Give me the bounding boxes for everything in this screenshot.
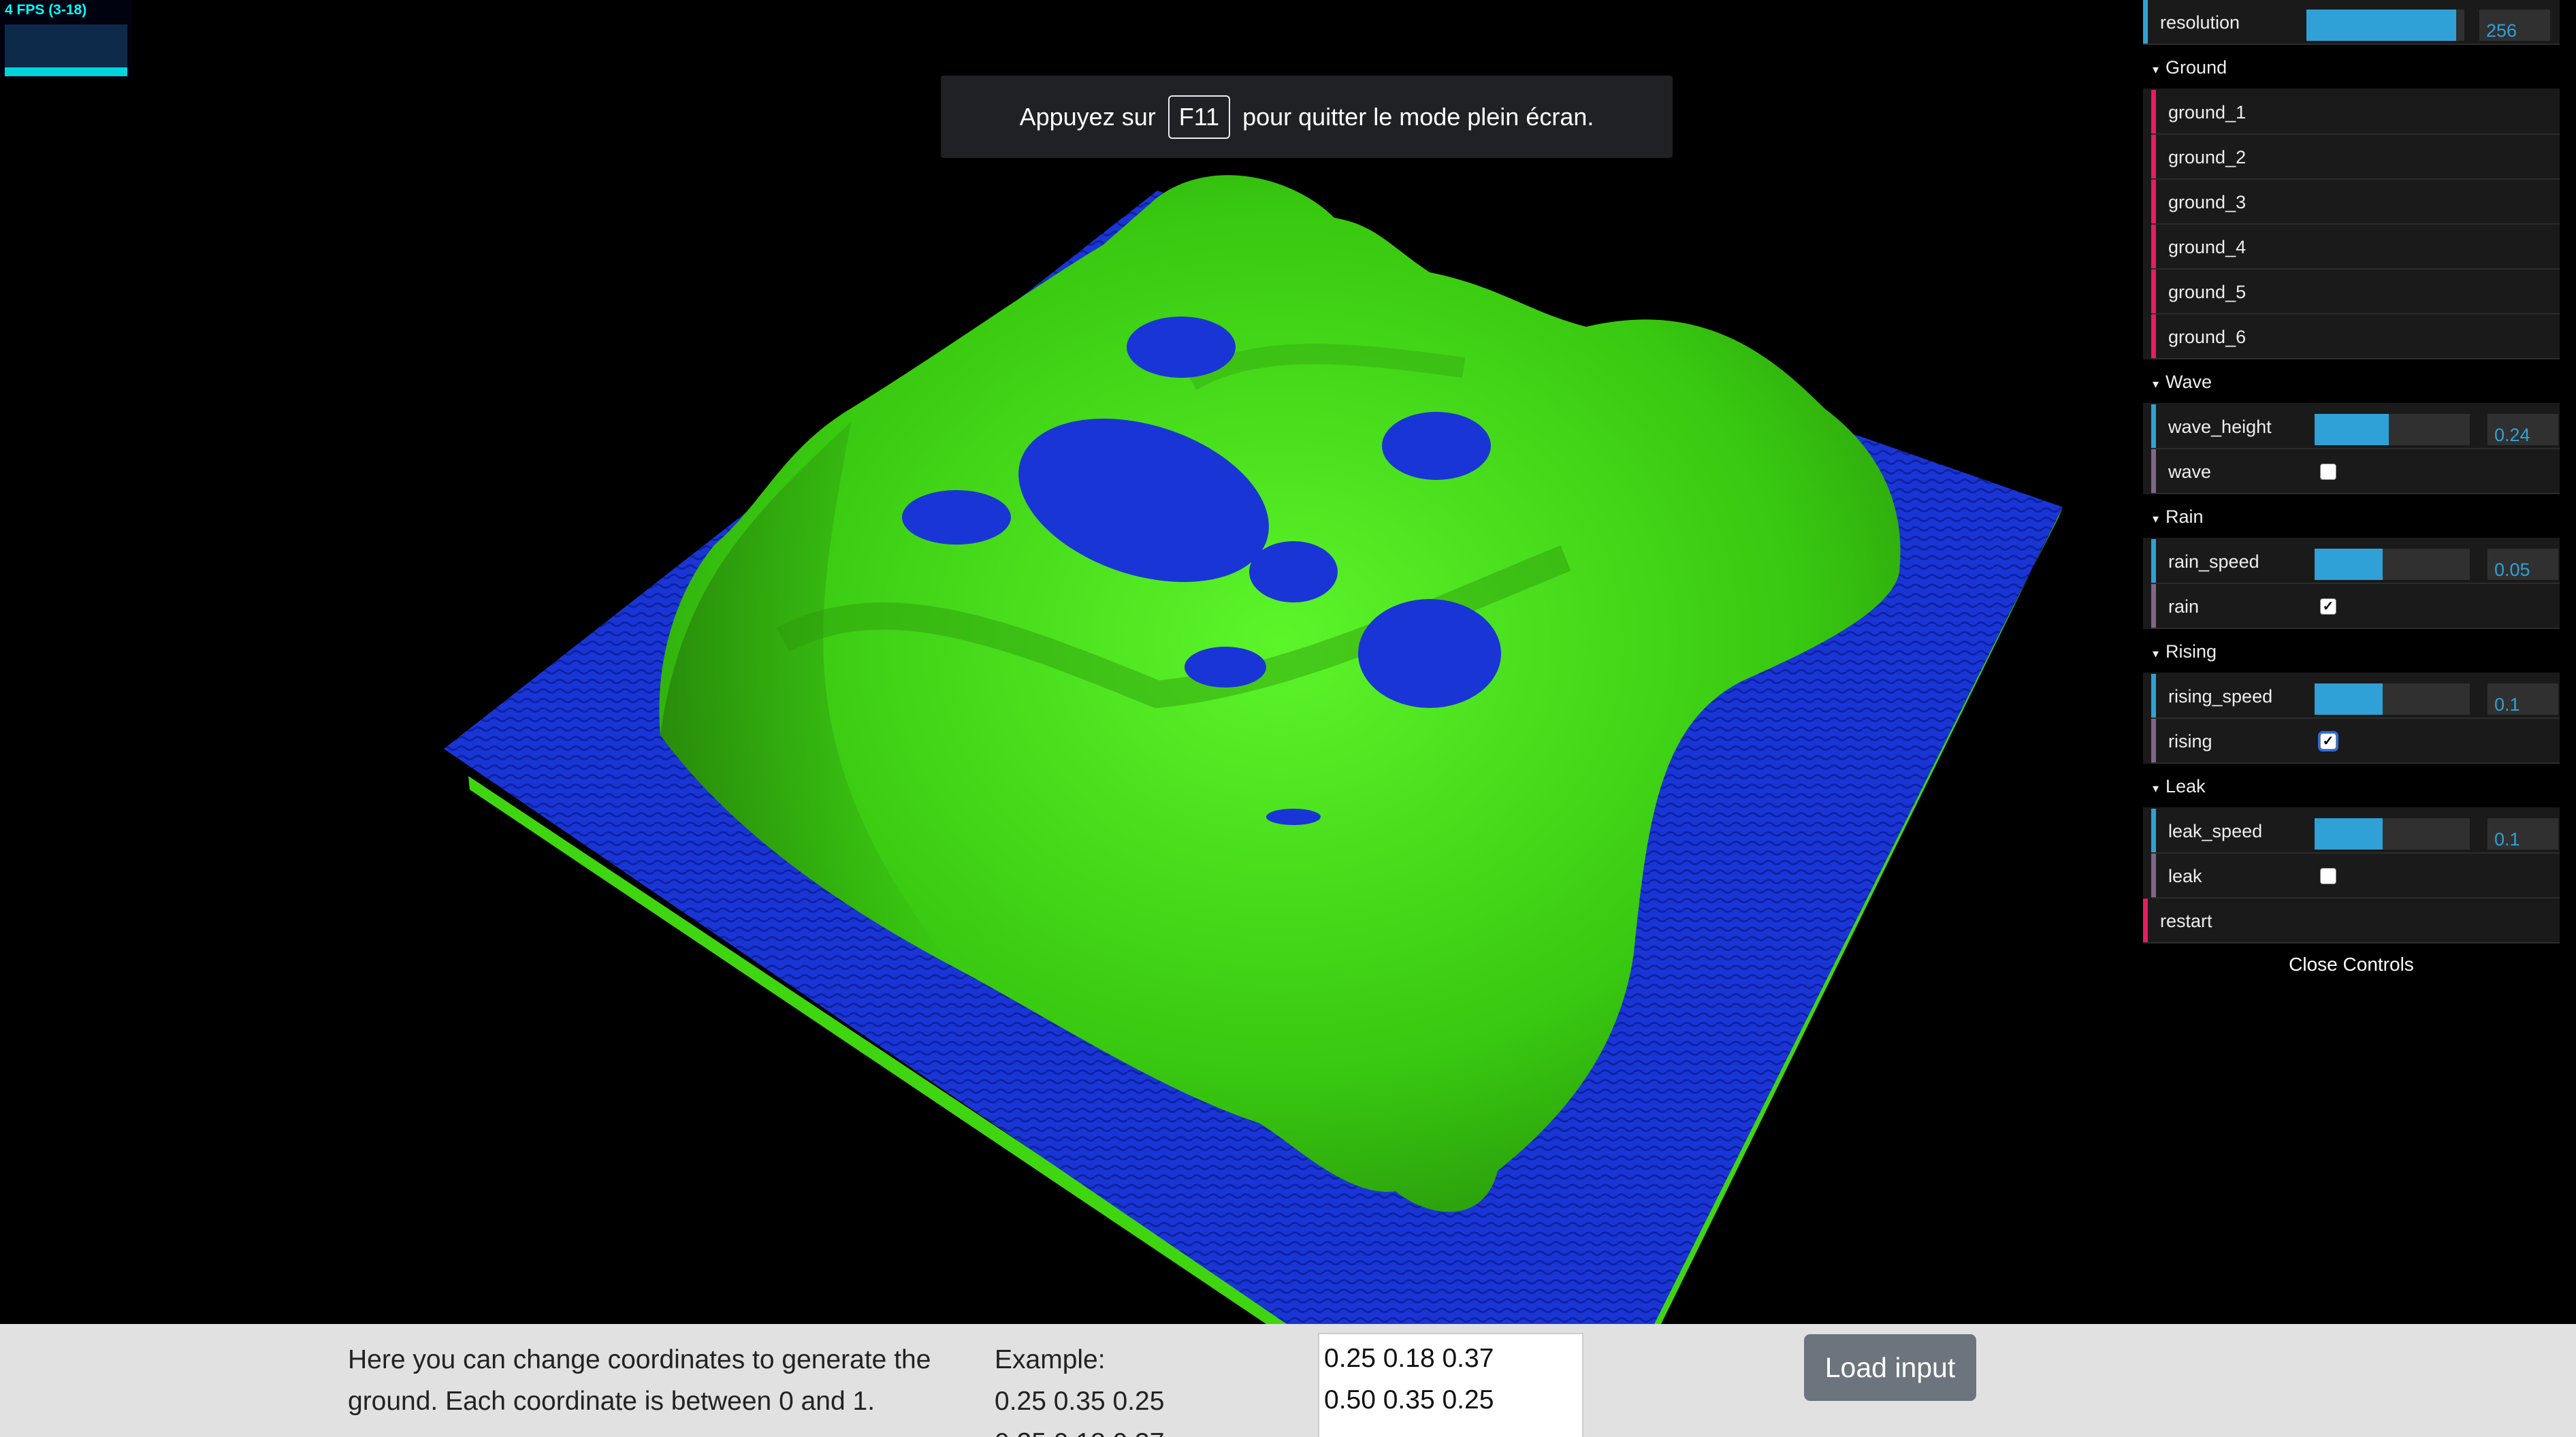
rising-checkbox[interactable]: ✓ [2318,731,2338,752]
resolution-label: resolution [2160,12,2240,33]
wave-label: wave [2168,462,2212,482]
leak-checkbox[interactable] [2320,868,2336,884]
folder-leak[interactable]: ▾ Leak [2143,764,2560,809]
rain-toggle-row[interactable]: rain ✓ [2151,584,2560,629]
rising-speed-label: rising_speed [2168,686,2273,707]
leak-speed-control[interactable]: leak_speed 0.1 [2151,809,2560,854]
ground-preset-4[interactable]: ground_4 [2151,225,2560,270]
folder-rain[interactable]: ▾ Rain [2143,494,2560,539]
rising-speed-slider[interactable] [2315,683,2470,715]
ground-preset-label: ground_3 [2168,192,2247,212]
folder-rising[interactable]: ▾ Rising [2143,629,2560,674]
coordinates-input[interactable] [1318,1333,1583,1437]
ground-preset-1[interactable]: ground_1 [2151,90,2560,135]
caret-down-icon: ▾ [2153,377,2159,391]
caret-down-icon: ▾ [2153,781,2159,795]
example-block: Example: 0.25 0.35 0.25 0.25 0.18 0.37 [995,1339,1253,1437]
restart-label: restart [2160,911,2212,931]
close-controls-button[interactable]: Close Controls [2143,943,2560,986]
caret-down-icon: ▾ [2153,63,2159,76]
caret-down-icon: ▾ [2153,512,2159,526]
leak-toggle-row[interactable]: leak [2151,854,2560,899]
caret-down-icon: ▾ [2153,647,2159,660]
example-line-1: 0.25 0.35 0.25 [995,1387,1165,1416]
ground-preset-label: ground_6 [2168,327,2247,347]
leak-speed-slider[interactable] [2315,818,2470,850]
f11-key: F11 [1168,95,1231,139]
folder-wave[interactable]: ▾ Wave [2143,359,2560,404]
ground-preset-label: ground_2 [2168,147,2247,167]
notice-text-before: Appuyez sur [1019,102,1156,131]
ground-preset-label: ground_1 [2168,102,2247,123]
rain-speed-control[interactable]: rain_speed 0.05 [2151,539,2560,584]
leak-speed-label: leak_speed [2168,821,2263,841]
fps-graph [5,25,127,76]
wave-height-value[interactable]: 0.24 [2488,414,2558,445]
ground-preset-3[interactable]: ground_3 [2151,180,2560,225]
load-input-button[interactable]: Load input [1804,1334,1976,1401]
ground-preset-2[interactable]: ground_2 [2151,135,2560,180]
wave-height-label: wave_height [2168,417,2272,437]
wave-checkbox[interactable] [2320,464,2336,480]
fps-text: 4 FPS (3-18) [5,2,87,18]
fullscreen-notice: Appuyez sur F11 pour quitter le mode ple… [941,76,1673,158]
folder-ground[interactable]: ▾ Ground [2143,45,2560,90]
ground-input-bar: Here you can change coordinates to gener… [0,1324,2576,1437]
rising-speed-control[interactable]: rising_speed 0.1 [2151,674,2560,719]
fps-stats[interactable]: 4 FPS (3-18) [0,0,132,78]
ground-preset-label: ground_5 [2168,282,2247,302]
resolution-control[interactable]: resolution 256 [2143,0,2560,45]
rain-checkbox[interactable]: ✓ [2320,598,2336,615]
rain-speed-value[interactable]: 0.05 [2488,549,2558,580]
rain-speed-label: rain_speed [2168,551,2259,572]
example-title: Example: [995,1345,1106,1374]
rising-label: rising [2168,731,2212,752]
rising-speed-value[interactable]: 0.1 [2488,683,2558,715]
resolution-slider[interactable] [2306,10,2464,41]
ground-preset-5[interactable]: ground_5 [2151,270,2560,314]
rain-label: rain [2168,596,2200,617]
ground-preset-label: ground_4 [2168,237,2247,257]
input-description: Here you can change coordinates to gener… [348,1345,931,1416]
example-line-2: 0.25 0.18 0.37 [995,1422,1253,1437]
wave-height-slider[interactable] [2315,414,2470,445]
resolution-value[interactable]: 256 [2479,10,2550,41]
notice-text-after: pour quitter le mode plein écran. [1242,102,1594,131]
ground-preset-6[interactable]: ground_6 [2151,314,2560,359]
rain-speed-slider[interactable] [2315,549,2470,580]
controls-panel: resolution 256 ▾ Ground ground_1 ground_2g… [2143,0,2560,986]
rising-toggle-row[interactable]: rising ✓ [2151,719,2560,764]
leak-speed-value[interactable]: 0.1 [2488,818,2558,850]
restart-button[interactable]: restart [2143,899,2560,943]
wave-height-control[interactable]: wave_height 0.24 [2151,404,2560,449]
leak-label: leak [2168,866,2202,886]
wave-toggle-row[interactable]: wave [2151,449,2560,494]
